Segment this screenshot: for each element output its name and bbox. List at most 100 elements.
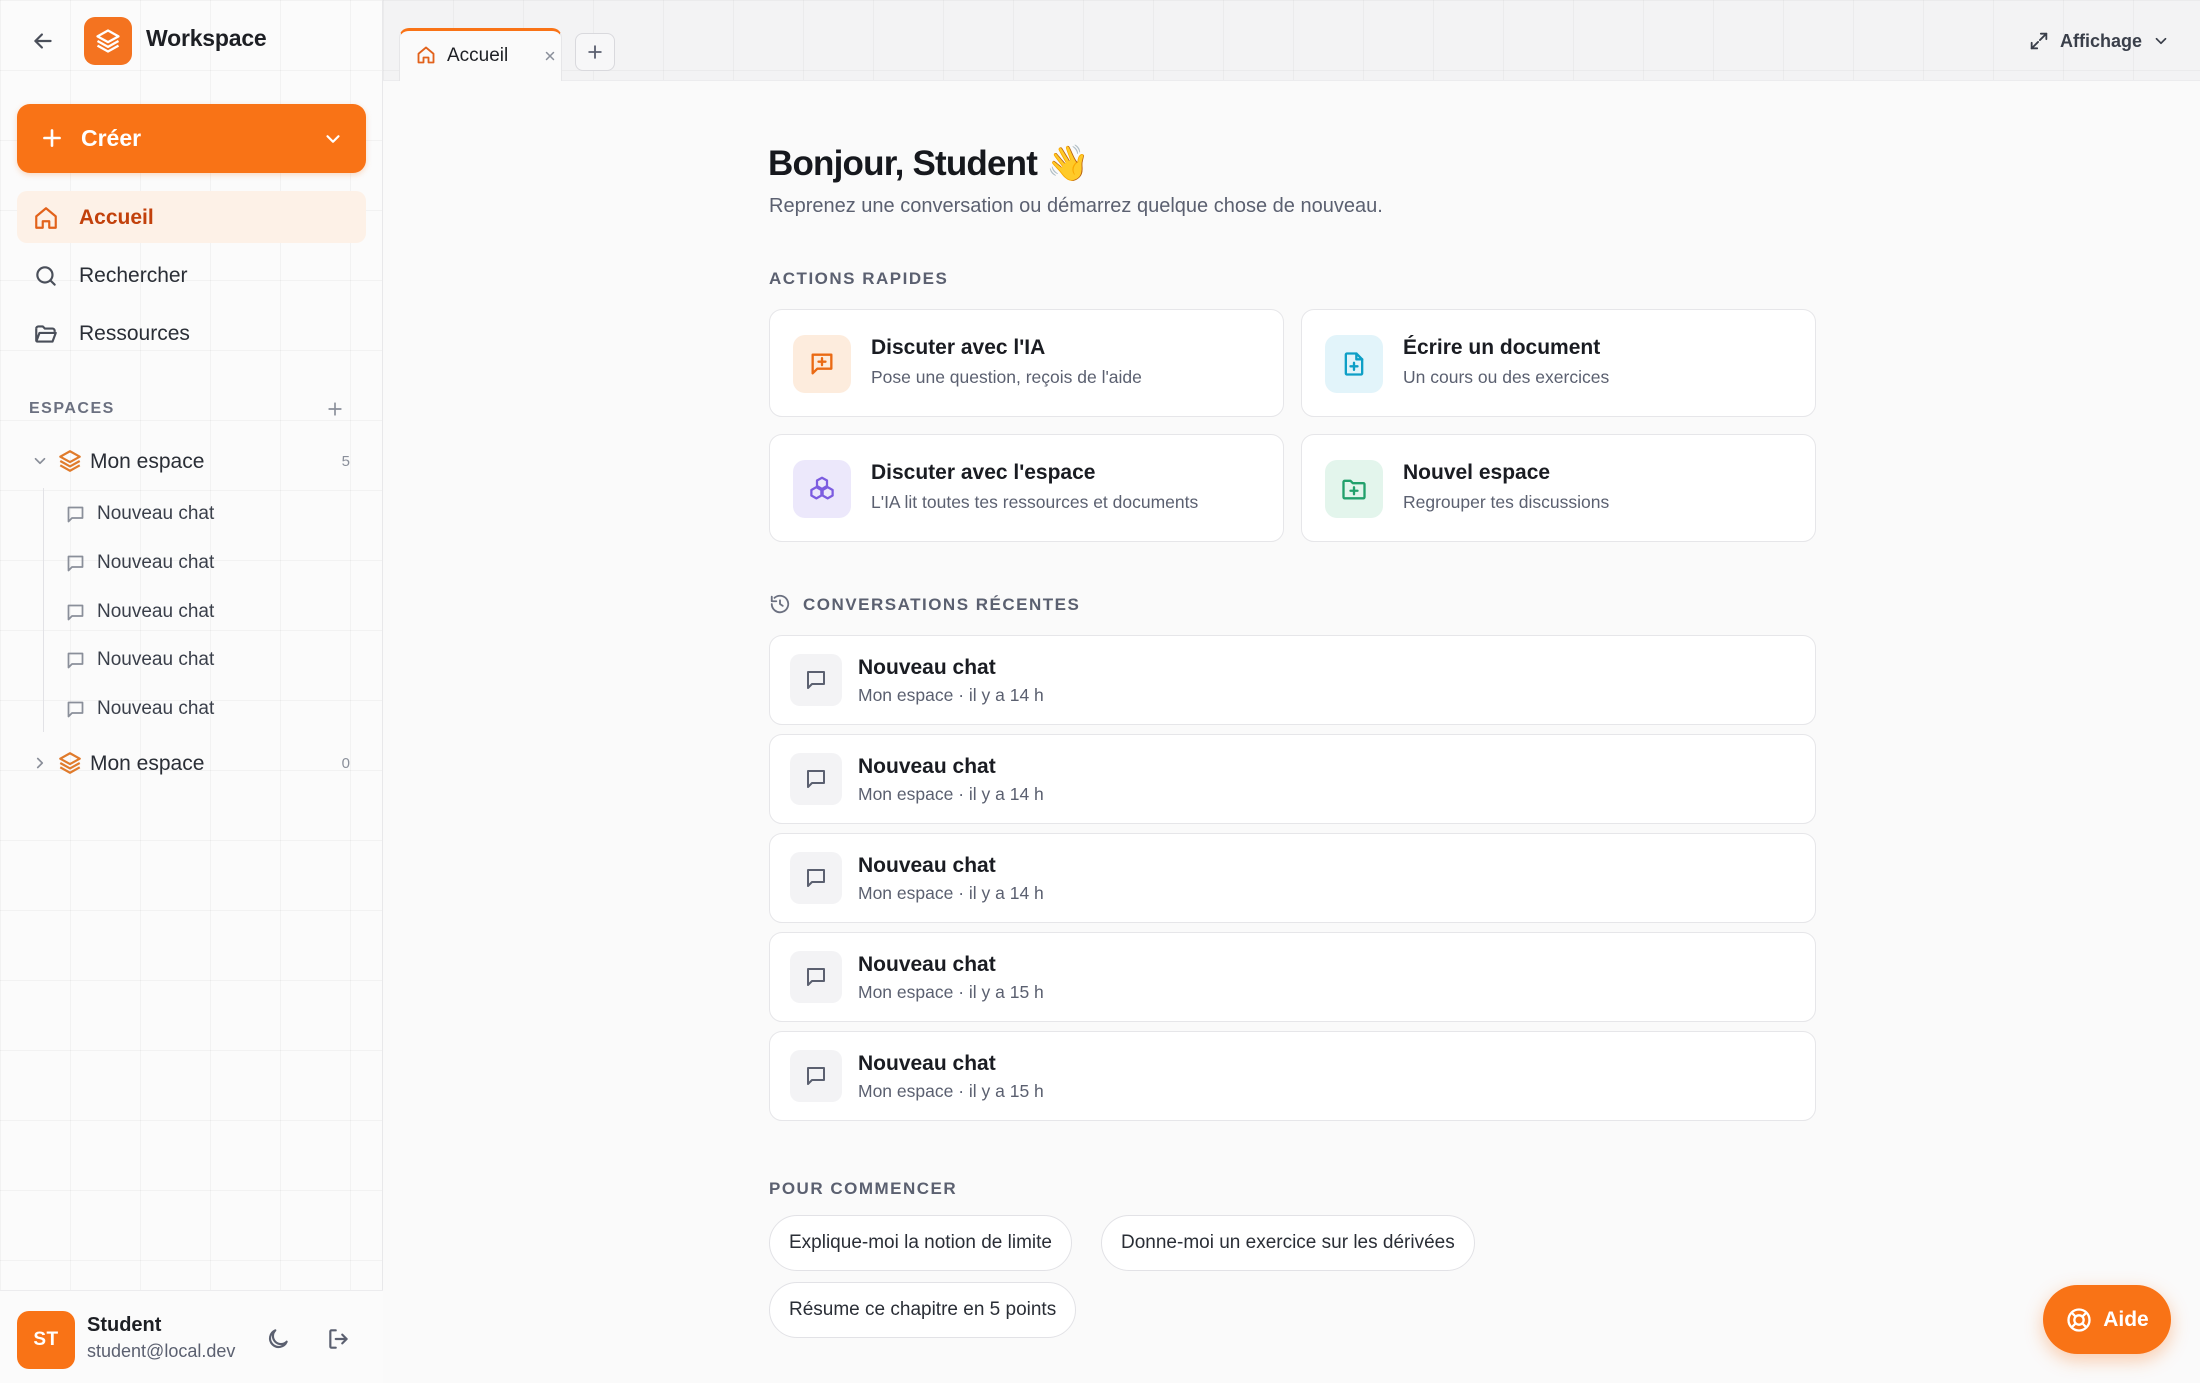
sidebar-header: Workspace — [0, 0, 383, 80]
nav-item-label: Accueil — [79, 206, 154, 229]
add-space-icon[interactable] — [325, 399, 349, 423]
view-menu-label: Affichage — [2059, 30, 2142, 51]
sidebar-chat-item[interactable]: Nouveau chat — [62, 592, 362, 632]
sidebar-chat-item[interactable]: Nouveau chat — [62, 640, 362, 680]
quick-action-new-space[interactable]: Nouvel espace Regrouper tes discussions — [1301, 434, 1816, 542]
message-square-icon — [790, 654, 842, 706]
tab-bar: Accueil Affichage — [383, 0, 2200, 82]
conversation-meta: Mon espace · il y a 14 h — [858, 784, 1044, 804]
quick-action-desc: L'IA lit toutes tes ressources et docume… — [871, 492, 1199, 512]
chat-item-label: Nouveau chat — [97, 601, 215, 622]
message-square-icon — [790, 951, 842, 1003]
space-count: 5 — [341, 453, 350, 470]
getting-started-header: POUR COMMENCER — [769, 1179, 958, 1198]
tab-label: Accueil — [447, 45, 509, 66]
lifebuoy-icon — [2067, 1307, 2091, 1332]
conversation-title: Nouveau chat — [858, 953, 996, 976]
sidebar-chat-item[interactable]: Nouveau chat — [62, 543, 362, 583]
chat-plus-icon — [793, 335, 851, 393]
space-name: Mon espace — [90, 450, 205, 473]
conversation-card[interactable]: Nouveau chat Mon espace · il y a 14 h — [769, 635, 1816, 725]
quick-action-chat-ai[interactable]: Discuter avec l'IA Pose une question, re… — [769, 309, 1284, 417]
nav-item-ressources[interactable]: Ressources — [17, 307, 366, 359]
nav-item-rechercher[interactable]: Rechercher — [17, 249, 366, 301]
tab-accueil[interactable]: Accueil — [399, 28, 562, 82]
sidebar-chat-item[interactable]: Nouveau chat — [62, 494, 362, 534]
conversation-title: Nouveau chat — [858, 854, 996, 877]
page-title: Bonjour, Student 👋 — [768, 144, 1090, 183]
logout-icon[interactable] — [326, 1326, 352, 1352]
quick-action-title: Discuter avec l'espace — [871, 461, 1096, 484]
tree-line — [43, 488, 44, 732]
user-email: student@local.dev — [87, 1341, 236, 1361]
chat-item-label: Nouveau chat — [97, 649, 215, 670]
conversation-title: Nouveau chat — [858, 1052, 996, 1075]
conversation-meta: Mon espace · il y a 14 h — [858, 685, 1044, 705]
conversation-meta: Mon espace · il y a 14 h — [858, 883, 1044, 903]
conversation-card[interactable]: Nouveau chat Mon espace · il y a 14 h — [769, 734, 1816, 824]
home-icon — [416, 45, 436, 65]
expand-icon — [2030, 32, 2048, 50]
suggestion-chip[interactable]: Explique-moi la notion de limite — [769, 1215, 1072, 1271]
suggestion-chip[interactable]: Donne-moi un exercice sur les dérivées — [1101, 1215, 1475, 1271]
nav-item-label: Rechercher — [79, 264, 188, 287]
suggestion-chip[interactable]: Résume ce chapitre en 5 points — [769, 1282, 1077, 1338]
boxes-icon — [793, 460, 851, 518]
spaces-section-header: ESPACES — [29, 400, 115, 417]
quick-action-write-doc[interactable]: Écrire un document Un cours ou des exerc… — [1301, 309, 1816, 417]
new-tab-button[interactable] — [575, 33, 615, 71]
sidebar-chat-item[interactable]: Nouveau chat — [62, 689, 362, 729]
message-square-icon — [65, 699, 86, 720]
chevron-down-icon — [2155, 37, 2167, 45]
message-square-icon — [65, 504, 86, 525]
moon-icon[interactable] — [265, 1326, 291, 1352]
home-icon — [33, 205, 59, 231]
layers-icon — [57, 750, 83, 776]
conversation-card[interactable]: Nouveau chat Mon espace · il y a 14 h — [769, 833, 1816, 923]
conversation-card[interactable]: Nouveau chat Mon espace · il y a 15 h — [769, 1031, 1816, 1121]
chat-item-label: Nouveau chat — [97, 503, 215, 524]
app-title: Workspace — [146, 25, 267, 51]
space-item[interactable]: Mon espace 5 — [17, 439, 366, 483]
view-menu-button[interactable]: Affichage — [2028, 26, 2170, 56]
create-button[interactable]: Créer — [17, 104, 366, 173]
message-square-icon — [790, 753, 842, 805]
quick-action-desc: Regrouper tes discussions — [1403, 492, 1610, 512]
page-subtitle: Reprenez une conversation ou démarrez qu… — [769, 195, 1383, 217]
folder-plus-icon — [1325, 460, 1383, 518]
message-square-icon — [65, 650, 86, 671]
chevron-down-icon[interactable] — [31, 452, 49, 470]
back-arrow-icon[interactable] — [28, 26, 58, 56]
message-square-icon — [65, 553, 86, 574]
chevron-down-icon[interactable] — [322, 128, 344, 150]
create-button-label: Créer — [81, 125, 142, 151]
conversation-card[interactable]: Nouveau chat Mon espace · il y a 15 h — [769, 932, 1816, 1022]
home-page: Bonjour, Student 👋 Reprenez une conversa… — [383, 81, 2200, 1383]
layers-icon — [57, 448, 83, 474]
recent-conversations-header: CONVERSATIONS RÉCENTES — [803, 595, 1081, 614]
quick-action-chat-space[interactable]: Discuter avec l'espace L'IA lit toutes t… — [769, 434, 1284, 542]
sidebar: Workspace Créer Accueil Rechercher Resso… — [0, 0, 383, 1383]
file-plus-icon — [1325, 335, 1383, 393]
conversation-meta: Mon espace · il y a 15 h — [858, 982, 1044, 1002]
user-panel: ST Student student@local.dev — [0, 1290, 383, 1383]
close-icon[interactable] — [543, 49, 557, 63]
space-item[interactable]: Mon espace 0 — [17, 741, 366, 785]
space-name: Mon espace — [90, 752, 205, 775]
avatar[interactable]: ST — [17, 1311, 75, 1369]
nav-item-accueil[interactable]: Accueil — [17, 191, 366, 243]
user-name: Student — [87, 1314, 162, 1336]
history-icon — [769, 593, 791, 615]
search-icon — [33, 263, 59, 289]
chat-item-label: Nouveau chat — [97, 698, 215, 719]
chevron-right-icon[interactable] — [31, 754, 49, 772]
help-button-label: Aide — [2103, 1307, 2149, 1331]
quick-action-desc: Pose une question, reçois de l'aide — [871, 367, 1142, 387]
help-button[interactable]: Aide — [2043, 1285, 2171, 1354]
conversation-meta: Mon espace · il y a 15 h — [858, 1081, 1044, 1101]
plus-icon — [588, 45, 602, 59]
nav-item-label: Ressources — [79, 322, 190, 345]
quick-action-title: Écrire un document — [1403, 336, 1601, 359]
quick-action-title: Nouvel espace — [1403, 461, 1551, 484]
quick-actions-header: ACTIONS RAPIDES — [769, 269, 949, 288]
